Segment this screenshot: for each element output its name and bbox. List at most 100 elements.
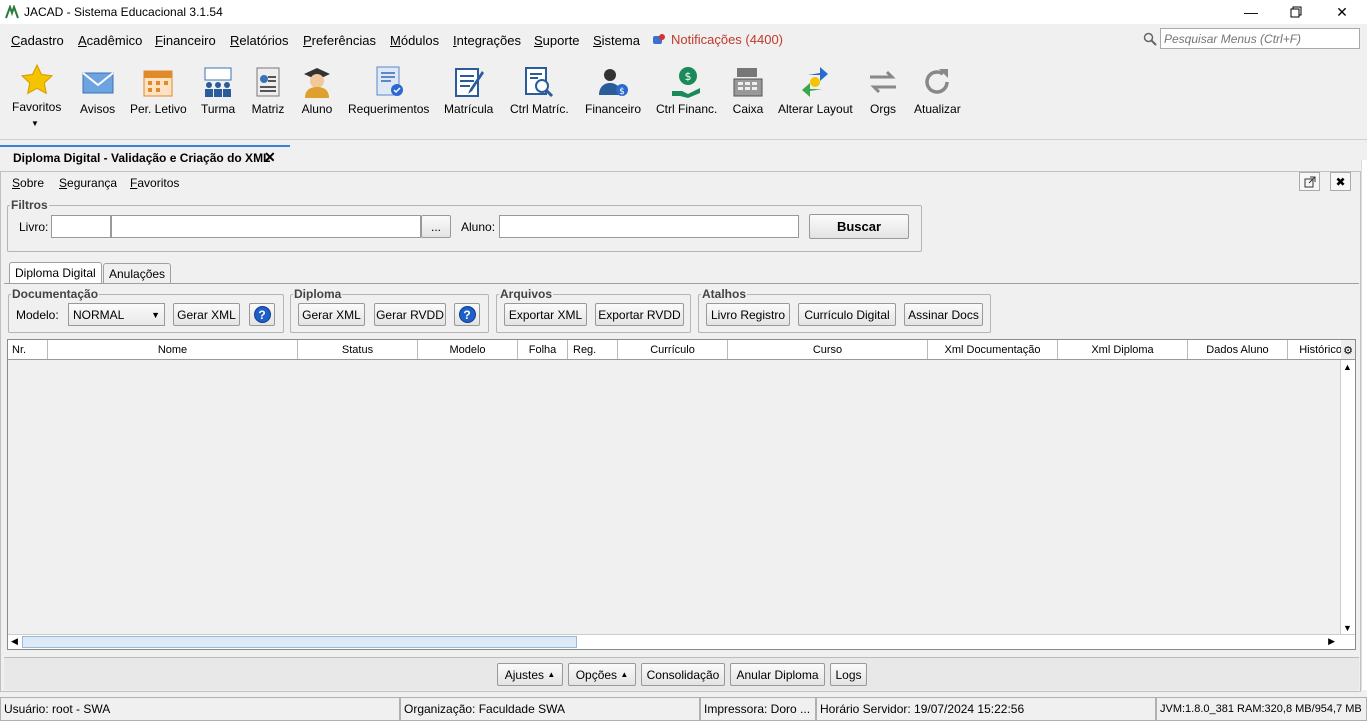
tab-diploma-digital[interactable]: Diploma Digital — [9, 262, 102, 284]
status-usuario: Usuário: root - SWA — [0, 697, 400, 721]
menu-financeiro[interactable]: Financeiro — [155, 33, 216, 48]
toolbar-matricula[interactable]: Matrícula — [444, 65, 493, 116]
chevron-down-icon: ▼ — [151, 309, 160, 320]
exportar-rvdd-button[interactable]: Exportar RVDD — [595, 303, 684, 326]
anular-diploma-button[interactable]: Anular Diploma — [730, 663, 825, 686]
search-input[interactable] — [1160, 28, 1360, 49]
scroll-up-icon[interactable]: ▲ — [1343, 362, 1352, 372]
scroll-left-icon[interactable]: ◀ — [11, 636, 18, 647]
column-header-curso[interactable]: Curso — [728, 340, 928, 359]
column-settings-icon[interactable]: ⚙ — [1341, 340, 1355, 359]
finance-person-icon: $ — [599, 69, 629, 97]
status-jvm: JVM:1.8.0_381 RAM:320,8 MB/954,7 MB — [1156, 697, 1367, 721]
tab-anulacoes[interactable]: Anulações — [103, 263, 172, 283]
close-window-icon[interactable]: ✕ — [1319, 0, 1365, 24]
toolbar-requerimentos[interactable]: Requerimentos — [348, 65, 429, 116]
documentacao-legend: Documentação — [12, 287, 99, 301]
help-icon: ? — [253, 306, 271, 323]
horizontal-scroll-thumb[interactable] — [22, 636, 577, 648]
aluno-input[interactable] — [499, 215, 799, 238]
diploma-gerar-xml-button[interactable]: Gerar XML — [298, 303, 365, 326]
notifications-link[interactable]: Notificações (4400) — [652, 32, 783, 47]
aluno-label: Aluno: — [461, 220, 496, 234]
document-search-icon — [525, 67, 554, 98]
menu-sistema[interactable]: Sistema — [593, 33, 640, 48]
close-tab-icon[interactable]: ✕ — [264, 149, 276, 166]
horizontal-scrollbar[interactable]: ◀ ▶ — [8, 634, 1355, 649]
close-panel-icon[interactable]: ✖ — [1330, 172, 1351, 191]
toolbar-favoritos[interactable]: Favoritos — [12, 63, 61, 114]
tab-divider — [4, 283, 1359, 284]
menu-academico[interactable]: Acadêmico — [78, 33, 142, 48]
logs-button[interactable]: Logs — [830, 663, 867, 686]
detach-window-icon[interactable] — [1299, 172, 1320, 191]
column-header-reg[interactable]: Reg. — [568, 340, 618, 359]
minimize-icon[interactable]: — — [1228, 0, 1274, 24]
consolidacao-button[interactable]: Consolidação — [641, 663, 725, 686]
menu-modulos[interactable]: Módulos — [390, 33, 439, 48]
column-header-xml-documentacao[interactable]: Xml Documentação — [928, 340, 1058, 359]
toolbar-aluno[interactable]: Aluno — [300, 65, 334, 116]
livro-label: Livro: — [19, 220, 49, 234]
column-header-status[interactable]: Status — [298, 340, 418, 359]
column-header-xml-diploma[interactable]: Xml Diploma — [1058, 340, 1188, 359]
submenu-sobre[interactable]: Sobre — [12, 176, 44, 190]
diploma-gerar-rvdd-button[interactable]: Gerar RVDD — [374, 303, 446, 326]
menu-cadastro[interactable]: Cadastro — [11, 33, 64, 48]
assinar-docs-button[interactable]: Assinar Docs — [904, 303, 983, 326]
toolbar-caixa[interactable]: Caixa — [731, 65, 765, 116]
toolbar-avisos[interactable]: Avisos — [80, 65, 115, 116]
submenu-seguranca[interactable]: Segurança — [59, 176, 117, 190]
doc-gerar-xml-button[interactable]: Gerar XML — [173, 303, 240, 326]
column-header-dados-aluno[interactable]: Dados Aluno — [1188, 340, 1288, 359]
column-header-modelo[interactable]: Modelo — [418, 340, 518, 359]
column-header-historico[interactable]: Histórico — [1288, 340, 1343, 359]
modelo-label: Modelo: — [16, 308, 59, 322]
column-header-nr[interactable]: Nr. — [8, 340, 48, 359]
diploma-help-button[interactable]: ? — [454, 303, 480, 326]
toolbar-alterar-layout[interactable]: Alterar Layout — [778, 65, 853, 116]
menu-relatorios[interactable]: Relatórios — [230, 33, 289, 48]
livro-name-input[interactable] — [111, 215, 421, 238]
toolbar-label: Orgs — [869, 102, 896, 116]
filters-legend: Filtros — [11, 198, 48, 212]
menu-preferencias[interactable]: Preferências — [303, 33, 376, 48]
class-group-icon — [204, 67, 232, 97]
column-header-folha[interactable]: Folha — [518, 340, 568, 359]
status-organizacao: Organização: Faculdade SWA — [400, 697, 700, 721]
toolbar-matriz[interactable]: Matriz — [251, 65, 285, 116]
vertical-scrollbar[interactable]: ▲ ▼ — [1340, 360, 1355, 635]
submenu-favoritos[interactable]: Favoritos — [130, 176, 179, 190]
toolbar-label: Matriz — [251, 102, 285, 116]
doc-help-button[interactable]: ? — [249, 303, 275, 326]
toolbar-label: Aluno — [301, 102, 333, 116]
column-header-curriculo[interactable]: Currículo — [618, 340, 728, 359]
exportar-xml-button[interactable]: Exportar XML — [504, 303, 587, 326]
toolbar-turma[interactable]: Turma — [201, 65, 235, 116]
favorites-dropdown-icon[interactable]: ▼ — [31, 119, 39, 128]
scroll-down-icon[interactable]: ▼ — [1343, 623, 1352, 633]
buscar-button[interactable]: Buscar — [809, 214, 909, 239]
ajustes-button[interactable]: Ajustes ▲ — [497, 663, 563, 686]
modelo-select[interactable]: NORMAL ▼ — [68, 303, 165, 326]
menu-suporte[interactable]: Suporte — [534, 33, 580, 48]
enrollment-edit-icon — [454, 68, 484, 97]
svg-text:$: $ — [684, 70, 691, 83]
menu-integracoes[interactable]: Integrações — [453, 33, 521, 48]
livro-registro-button[interactable]: Livro Registro — [706, 303, 790, 326]
toolbar-ctrl-matric[interactable]: Ctrl Matríc. — [510, 65, 569, 116]
opcoes-button[interactable]: Opções ▲ — [568, 663, 636, 686]
maximize-icon[interactable] — [1273, 0, 1319, 24]
toolbar-per-letivo[interactable]: Per. Letivo — [130, 65, 187, 116]
toolbar-orgs[interactable]: Orgs — [866, 65, 900, 116]
livro-browse-button[interactable]: ... — [421, 215, 451, 238]
scroll-right-icon[interactable]: ▶ — [1328, 636, 1335, 647]
livro-code-input[interactable] — [51, 215, 111, 238]
toolbar-ctrl-financ[interactable]: $ Ctrl Financ. — [656, 65, 717, 116]
status-horario: Horário Servidor: 19/07/2024 15:22:56 — [816, 697, 1156, 721]
column-header-nome[interactable]: Nome — [48, 340, 298, 359]
star-icon — [20, 63, 53, 95]
toolbar-atualizar[interactable]: Atualizar — [914, 65, 961, 116]
toolbar-financeiro[interactable]: $ Financeiro — [585, 65, 641, 116]
curriculo-digital-button[interactable]: Currículo Digital — [798, 303, 896, 326]
